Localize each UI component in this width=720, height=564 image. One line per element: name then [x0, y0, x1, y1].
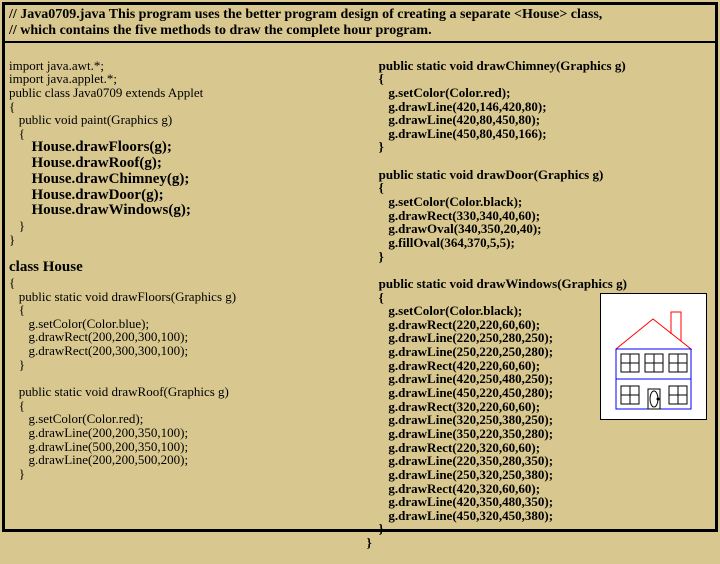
code-line: public void paint(Graphics g) [9, 112, 172, 127]
code-line: } [379, 521, 384, 536]
code-line: g.drawRect(200,300,300,100); [9, 343, 188, 358]
code-line: g.drawLine(450,80,450,166); [379, 126, 547, 141]
house-icon [601, 294, 706, 419]
code-line: } [9, 232, 15, 247]
code-line: } [367, 535, 372, 550]
code-line: } [9, 466, 25, 481]
code-line: House.drawRoof(g); [9, 155, 162, 171]
slide-container: // Java0709.java This program uses the b… [2, 2, 718, 532]
code-line: } [9, 357, 25, 372]
code-line: g.drawLine(450,320,450,380); [379, 508, 553, 523]
code-line: g.drawLine(200,200,500,200); [9, 452, 188, 467]
code-line: } [379, 249, 384, 264]
code-line: g.fillOval(364,370,5,5); [379, 235, 515, 250]
header-line-1: // Java0709.java This program uses the b… [9, 7, 711, 23]
house-output-image [600, 293, 707, 420]
code-line: House.drawWindows(g); [9, 202, 191, 218]
code-line: public static void drawFloors(Graphics g… [9, 289, 236, 304]
code-line: public class Java0709 extends Applet [9, 85, 203, 100]
code-line: House.drawChimney(g); [9, 171, 189, 187]
code-line: House.drawFloors(g); [9, 139, 172, 155]
code-line: class House [9, 259, 83, 275]
code-line: public static void drawChimney(Graphics … [379, 58, 626, 73]
code-line: public static void drawDoor(Graphics g) [379, 167, 604, 182]
code-line: public static void drawWindows(Graphics … [379, 276, 627, 291]
header-comment: // Java0709.java This program uses the b… [5, 5, 715, 43]
header-line-2: // which contains the five methods to dr… [9, 23, 711, 39]
code-area: import java.awt.*; import java.applet.*;… [5, 43, 715, 533]
left-column: import java.awt.*; import java.applet.*;… [5, 43, 375, 533]
code-line: House.drawDoor(g); [9, 187, 164, 203]
right-column: public static void drawChimney(Graphics … [375, 43, 715, 533]
code-line: } [379, 139, 384, 154]
code-line: public static void drawRoof(Graphics g) [9, 384, 229, 399]
